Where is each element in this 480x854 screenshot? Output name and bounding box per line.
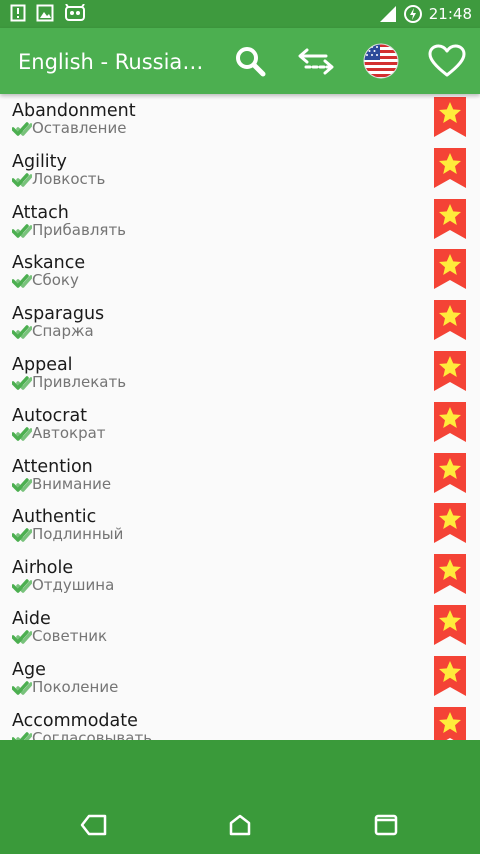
learned-check-icon (12, 122, 32, 136)
favorite-bookmark-icon[interactable] (434, 604, 466, 645)
favorite-bookmark-icon[interactable] (434, 350, 466, 391)
word-row[interactable]: Abandonment Оставление (0, 94, 480, 145)
favorite-bookmark-icon[interactable] (434, 554, 466, 595)
word-row[interactable]: Askance Сбоку (0, 246, 480, 297)
learned-check-icon (12, 376, 32, 390)
translation-text: Ловкость (32, 169, 106, 188)
translation-text: Внимание (32, 474, 112, 493)
translation-text: Оставление (32, 119, 127, 137)
favorite-bookmark-icon[interactable] (434, 97, 466, 137)
recents-icon (374, 814, 398, 836)
favorite-bookmark-icon[interactable] (434, 706, 466, 740)
translation-text: Согласовывать (32, 728, 153, 740)
word-row[interactable]: Attach Прибавлять (0, 196, 480, 247)
status-time: 21:48 (428, 5, 472, 23)
word-list: Abandonment Оставление Agility Ловкость Atta… (0, 94, 480, 740)
language-flag-button[interactable] (361, 41, 401, 81)
favorite-bookmark-icon[interactable] (434, 300, 466, 341)
alert-notification-icon (10, 4, 26, 22)
status-bar: 21:48 (0, 0, 480, 28)
translation-text: Сбоку (32, 271, 79, 290)
favorite-bookmark-icon[interactable] (434, 147, 466, 188)
learned-check-icon (12, 731, 32, 740)
word-row[interactable]: Airhole Отдушина (0, 551, 480, 602)
favorite-bookmark-icon[interactable] (434, 655, 466, 696)
back-icon (80, 814, 107, 836)
favorite-bookmark-icon[interactable] (434, 198, 466, 239)
home-icon (229, 814, 251, 836)
learned-check-icon (12, 223, 32, 238)
learned-check-icon (12, 630, 32, 644)
app-toolbar: English - Russian... (0, 28, 480, 94)
word-row[interactable]: Appeal Привлекать (0, 348, 480, 399)
heart-icon (428, 44, 466, 77)
search-icon (236, 47, 266, 77)
learned-check-icon (12, 325, 32, 339)
search-button[interactable] (230, 41, 270, 81)
learned-check-icon (12, 427, 32, 441)
translation-text: Привлекать (32, 372, 127, 391)
word-row[interactable]: Asparagus Спаржа (0, 297, 480, 348)
battery-icon (403, 5, 422, 23)
favorite-bookmark-icon[interactable] (434, 452, 466, 493)
word-row[interactable]: Authentic Подлинный (0, 500, 480, 551)
image-notification-icon (36, 4, 54, 22)
swap-icon (298, 48, 334, 75)
favorite-bookmark-icon[interactable] (434, 401, 466, 442)
word-row[interactable]: Agility Ловкость (0, 145, 480, 196)
signal-icon (379, 6, 396, 22)
learned-check-icon (12, 477, 32, 492)
android-notification-icon (65, 4, 85, 21)
translation-text: Прибавлять (32, 220, 127, 239)
learned-check-icon (12, 681, 32, 695)
translation-text: Отдушина (32, 576, 115, 595)
learned-check-icon (12, 579, 32, 593)
word-row[interactable]: Autocrat Автократ (0, 399, 480, 450)
word-row[interactable]: Age Поколение (0, 653, 480, 704)
translation-text: Поколение (32, 677, 119, 696)
translation-text: Автократ (32, 423, 106, 442)
learned-check-icon (12, 528, 32, 543)
favorites-button[interactable] (427, 41, 467, 81)
swap-languages-button[interactable] (296, 41, 336, 81)
word-row[interactable]: Accommodate Согласовывать (0, 704, 480, 740)
translation-text: Подлинный (32, 525, 124, 544)
word-row[interactable]: Attention Внимание (0, 450, 480, 501)
toolbar-title[interactable]: English - Russian... (18, 48, 208, 76)
translation-text: Спаржа (32, 322, 94, 341)
learned-check-icon (12, 274, 32, 289)
learned-check-icon (12, 173, 32, 187)
favorite-bookmark-icon[interactable] (434, 249, 466, 290)
us-flag-icon (363, 43, 399, 79)
recents-button[interactable] (366, 805, 406, 845)
translation-text: Советник (32, 626, 108, 645)
favorite-bookmark-icon[interactable] (434, 503, 466, 544)
back-button[interactable] (74, 805, 114, 845)
home-button[interactable] (220, 805, 260, 845)
word-row[interactable]: Aide Советник (0, 602, 480, 653)
